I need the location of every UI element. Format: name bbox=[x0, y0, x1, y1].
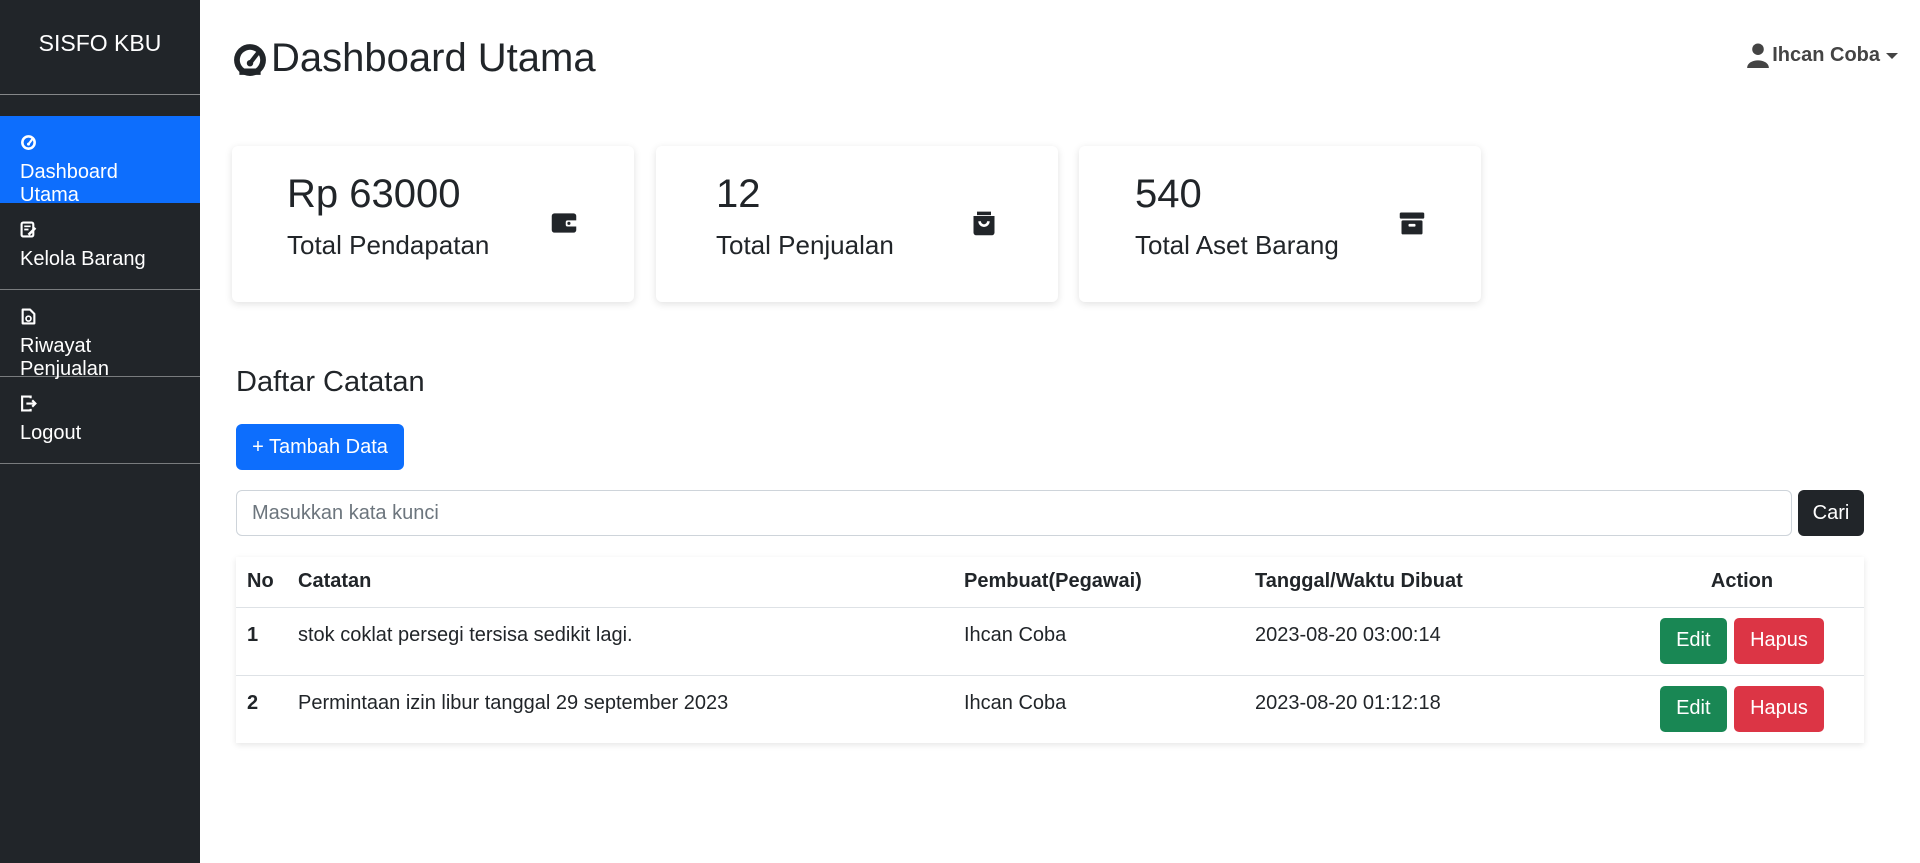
sidebar-item-kelola-barang[interactable]: Kelola Barang bbox=[0, 203, 200, 290]
stat-value: 540 bbox=[1135, 172, 1202, 216]
page-title-text: Dashboard Utama bbox=[271, 36, 596, 80]
search-button[interactable]: Cari bbox=[1798, 490, 1864, 536]
edit-document-icon bbox=[20, 221, 37, 238]
archive-icon bbox=[1398, 209, 1426, 237]
search-input[interactable] bbox=[236, 490, 1792, 536]
history-document-icon bbox=[20, 308, 37, 325]
delete-button[interactable]: Hapus bbox=[1734, 685, 1824, 732]
caret-down-icon bbox=[1886, 53, 1898, 59]
stat-label: Total Pendapatan bbox=[287, 230, 490, 260]
sidebar-nav: Dashboard Utama Kelola Barang Riwayat Pe… bbox=[0, 116, 200, 464]
speedometer-icon bbox=[20, 134, 37, 151]
row-actions: Edit Hapus bbox=[1620, 675, 1864, 743]
sidebar-item-dashboard[interactable]: Dashboard Utama bbox=[0, 116, 200, 206]
row-author: Ihcan Coba bbox=[964, 607, 1255, 676]
add-data-button[interactable]: + Tambah Data bbox=[236, 424, 404, 470]
stat-label: Total Penjualan bbox=[716, 230, 894, 260]
notes-table: No Catatan Pembuat(Pegawai) Tanggal/Wakt… bbox=[236, 557, 1864, 743]
edit-button[interactable]: Edit bbox=[1660, 617, 1727, 664]
sidebar-item-label: Dashboard Utama bbox=[20, 161, 118, 206]
notes-section-title: Daftar Catatan bbox=[236, 366, 425, 398]
stat-card-sales: 12 Total Penjualan bbox=[656, 146, 1058, 302]
user-menu[interactable]: Ihcan Coba bbox=[1746, 42, 1898, 68]
sidebar-item-label: Riwayat Penjualan bbox=[20, 335, 109, 380]
user-icon bbox=[1746, 42, 1770, 68]
column-header-no: No bbox=[236, 557, 298, 608]
row-created: 2023-08-20 01:12:18 bbox=[1255, 691, 1441, 714]
wallet-icon bbox=[550, 209, 578, 237]
sidebar-item-riwayat-penjualan[interactable]: Riwayat Penjualan bbox=[0, 290, 200, 380]
shopping-bag-icon bbox=[970, 209, 998, 237]
column-header-created: Tanggal/Waktu Dibuat bbox=[1255, 557, 1620, 608]
row-note: Permintaan izin libur tanggal 29 septemb… bbox=[298, 691, 729, 714]
row-number: 2 bbox=[247, 691, 259, 714]
speedometer-icon bbox=[233, 42, 267, 76]
stat-label: Total Aset Barang bbox=[1135, 230, 1339, 260]
stat-card-assets: 540 Total Aset Barang bbox=[1079, 146, 1481, 302]
brand-title: SISFO KBU bbox=[0, 0, 200, 95]
row-number: 1 bbox=[236, 607, 298, 676]
row-note: stok coklat persegi tersisa sedikit lagi… bbox=[298, 607, 964, 676]
table-header-row: No Catatan Pembuat(Pegawai) Tanggal/Wakt… bbox=[236, 557, 1864, 608]
edit-button[interactable]: Edit bbox=[1660, 685, 1727, 732]
table-row: 2 Permintaan izin libur tanggal 29 septe… bbox=[236, 675, 1864, 743]
table-row: 1 stok coklat persegi tersisa sedikit la… bbox=[236, 607, 1864, 676]
sidebar: SISFO KBU Dashboard Utama Kelola Barang … bbox=[0, 0, 200, 863]
stat-value: 12 bbox=[716, 172, 761, 216]
delete-button[interactable]: Hapus bbox=[1734, 617, 1824, 664]
stat-value: Rp 63000 bbox=[287, 172, 461, 216]
row-actions: Edit Hapus bbox=[1620, 607, 1864, 676]
logout-icon bbox=[20, 395, 37, 412]
sidebar-item-label: Kelola Barang bbox=[20, 248, 146, 270]
page-title: Dashboard Utama bbox=[233, 36, 596, 81]
column-header-action: Action bbox=[1620, 557, 1864, 608]
column-header-author: Pembuat(Pegawai) bbox=[964, 557, 1255, 608]
column-header-note: Catatan bbox=[298, 557, 964, 608]
sidebar-item-logout[interactable]: Logout bbox=[0, 377, 200, 464]
row-author: Ihcan Coba bbox=[964, 691, 1067, 714]
sidebar-item-label: Logout bbox=[20, 422, 82, 444]
user-name: Ihcan Coba bbox=[1772, 43, 1880, 66]
topbar: Dashboard Utama Ihcan Coba bbox=[200, 0, 1920, 110]
stat-card-revenue: Rp 63000 Total Pendapatan bbox=[232, 146, 634, 302]
row-created: 2023-08-20 03:00:14 bbox=[1255, 607, 1620, 676]
